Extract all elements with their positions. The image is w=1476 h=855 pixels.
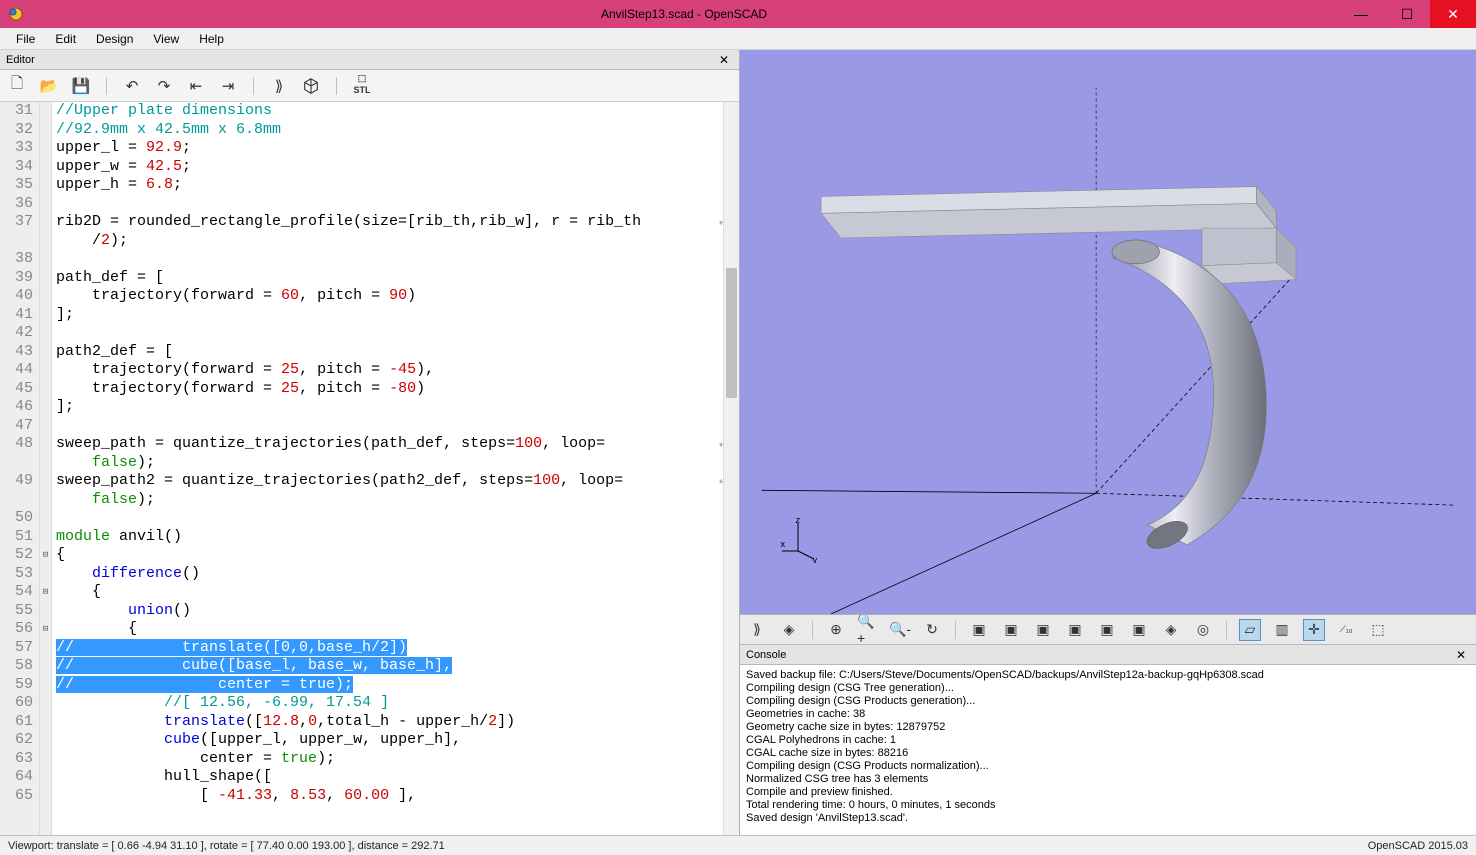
new-file-icon[interactable]: 🗋 bbox=[8, 77, 26, 95]
redo-icon[interactable]: ↷ bbox=[155, 77, 173, 95]
3d-scene bbox=[740, 50, 1476, 614]
undo-icon[interactable]: ↶ bbox=[123, 77, 141, 95]
zoom-all-icon[interactable]: ⊕ bbox=[825, 619, 847, 641]
show-scale-icon[interactable]: ⟋₁₀ bbox=[1335, 619, 1357, 641]
console-line: Compiling design (CSG Products normaliza… bbox=[746, 760, 1470, 773]
editor-close-icon[interactable]: ✕ bbox=[715, 53, 733, 67]
view-center-icon[interactable]: ◎ bbox=[1192, 619, 1214, 641]
menu-view[interactable]: View bbox=[143, 30, 189, 48]
editor-toolbar: 🗋 📂 💾 ↶ ↷ ⇤ ⇥ ⟫ ⬚STL bbox=[0, 70, 739, 102]
editor-pane: Editor ✕ 🗋 📂 💾 ↶ ↷ ⇤ ⇥ ⟫ ⬚STL 3132333435… bbox=[0, 50, 740, 835]
reset-view-icon[interactable]: ↻ bbox=[921, 619, 943, 641]
console-line: Geometries in cache: 38 bbox=[746, 708, 1470, 721]
editor-scrollbar[interactable] bbox=[723, 102, 739, 835]
indent-icon[interactable]: ⇥ bbox=[219, 77, 237, 95]
zoom-in-icon[interactable]: 🔍+ bbox=[857, 619, 879, 641]
svg-text:y: y bbox=[812, 556, 818, 563]
toolbar-separator bbox=[812, 621, 813, 639]
console-line: Geometry cache size in bytes: 12879752 bbox=[746, 721, 1470, 734]
minimize-button[interactable]: — bbox=[1338, 0, 1384, 28]
menu-file[interactable]: File bbox=[6, 30, 45, 48]
3d-viewport[interactable]: z x y bbox=[740, 50, 1476, 615]
toolbar-separator bbox=[253, 77, 254, 95]
line-gutter: 3132333435363738394041424344454647484950… bbox=[0, 102, 40, 835]
scrollbar-thumb[interactable] bbox=[726, 268, 737, 398]
editor-title: Editor bbox=[6, 54, 35, 66]
view-bottom-icon[interactable]: ▣ bbox=[1032, 619, 1054, 641]
console-line: Compiling design (CSG Tree generation)..… bbox=[746, 682, 1470, 695]
console-line: CGAL Polyhedrons in cache: 1 bbox=[746, 734, 1470, 747]
toolbar-separator bbox=[106, 77, 107, 95]
open-file-icon[interactable]: 📂 bbox=[40, 77, 58, 95]
view-right-icon[interactable]: ▣ bbox=[968, 619, 990, 641]
status-version: OpenSCAD 2015.03 bbox=[1368, 840, 1468, 852]
perspective-icon[interactable]: ▱ bbox=[1239, 619, 1261, 641]
menu-help[interactable]: Help bbox=[189, 30, 234, 48]
render-cube-icon[interactable]: ◈ bbox=[778, 619, 800, 641]
orthogonal-icon[interactable]: ▥ bbox=[1271, 619, 1293, 641]
maximize-button[interactable]: ☐ bbox=[1384, 0, 1430, 28]
editor-header: Editor ✕ bbox=[0, 50, 739, 70]
console-header: Console ✕ bbox=[740, 645, 1476, 665]
unindent-icon[interactable]: ⇤ bbox=[187, 77, 205, 95]
console-title: Console bbox=[746, 649, 786, 661]
window-titlebar: AnvilStep13.scad - OpenSCAD — ☐ ✕ bbox=[0, 0, 1476, 28]
menu-edit[interactable]: Edit bbox=[45, 30, 86, 48]
svg-text:x: x bbox=[780, 540, 786, 550]
toolbar-separator bbox=[336, 77, 337, 95]
console-line: CGAL cache size in bytes: 88216 bbox=[746, 747, 1470, 760]
right-pane: z x y ⟫ ◈ ⊕ 🔍+ 🔍- ↻ ▣ ▣ ▣ ▣ ▣ ▣ ◈ ◎ ▱ ▥ ✛ … bbox=[740, 50, 1476, 835]
preview-icon[interactable]: ⟫ bbox=[270, 77, 288, 95]
window-controls: — ☐ ✕ bbox=[1338, 0, 1476, 28]
console-close-icon[interactable]: ✕ bbox=[1452, 648, 1470, 662]
code-editor[interactable]: 3132333435363738394041424344454647484950… bbox=[0, 102, 739, 835]
svg-text:z: z bbox=[795, 517, 800, 526]
fold-gutter[interactable]: ⊟⊟⊟ bbox=[40, 102, 52, 835]
console-pane: Console ✕ Saved backup file: C:/Users/St… bbox=[740, 645, 1476, 835]
menu-design[interactable]: Design bbox=[86, 30, 143, 48]
console-line: Saved backup file: C:/Users/Steve/Docume… bbox=[746, 669, 1470, 682]
menubar: FileEditDesignViewHelp bbox=[0, 28, 1476, 50]
axis-gizmo: z x y bbox=[780, 517, 836, 566]
status-viewport-info: Viewport: translate = [ 0.66 -4.94 31.10… bbox=[8, 840, 445, 852]
view-left-icon[interactable]: ▣ bbox=[1064, 619, 1086, 641]
toolbar-separator bbox=[1226, 621, 1227, 639]
console-line: Total rendering time: 0 hours, 0 minutes… bbox=[746, 799, 1470, 812]
app-icon bbox=[8, 6, 24, 22]
toolbar-separator bbox=[955, 621, 956, 639]
preview-icon[interactable]: ⟫ bbox=[746, 619, 768, 641]
export-stl-icon[interactable]: ⬚STL bbox=[353, 77, 371, 95]
viewport-toolbar: ⟫ ◈ ⊕ 🔍+ 🔍- ↻ ▣ ▣ ▣ ▣ ▣ ▣ ◈ ◎ ▱ ▥ ✛ ⟋₁₀ … bbox=[740, 615, 1476, 645]
console-line: Compiling design (CSG Products generatio… bbox=[746, 695, 1470, 708]
code-content[interactable]: //Upper plate dimensions//92.9mm x 42.5m… bbox=[52, 102, 739, 835]
console-line: Compile and preview finished. bbox=[746, 786, 1470, 799]
view-top-icon[interactable]: ▣ bbox=[1000, 619, 1022, 641]
close-button[interactable]: ✕ bbox=[1430, 0, 1476, 28]
console-output[interactable]: Saved backup file: C:/Users/Steve/Docume… bbox=[740, 665, 1476, 835]
zoom-out-icon[interactable]: 🔍- bbox=[889, 619, 911, 641]
statusbar: Viewport: translate = [ 0.66 -4.94 31.10… bbox=[0, 835, 1476, 855]
console-line: Normalized CSG tree has 3 elements bbox=[746, 773, 1470, 786]
render-icon[interactable] bbox=[302, 77, 320, 95]
view-diagonal-icon[interactable]: ◈ bbox=[1160, 619, 1182, 641]
view-front-icon[interactable]: ▣ bbox=[1096, 619, 1118, 641]
show-edges-icon[interactable]: ⬚ bbox=[1367, 619, 1389, 641]
console-line: Saved design 'AnvilStep13.scad'. bbox=[746, 812, 1470, 825]
view-back-icon[interactable]: ▣ bbox=[1128, 619, 1150, 641]
show-axes-icon[interactable]: ✛ bbox=[1303, 619, 1325, 641]
window-title: AnvilStep13.scad - OpenSCAD bbox=[30, 7, 1338, 21]
save-file-icon[interactable]: 💾 bbox=[72, 77, 90, 95]
